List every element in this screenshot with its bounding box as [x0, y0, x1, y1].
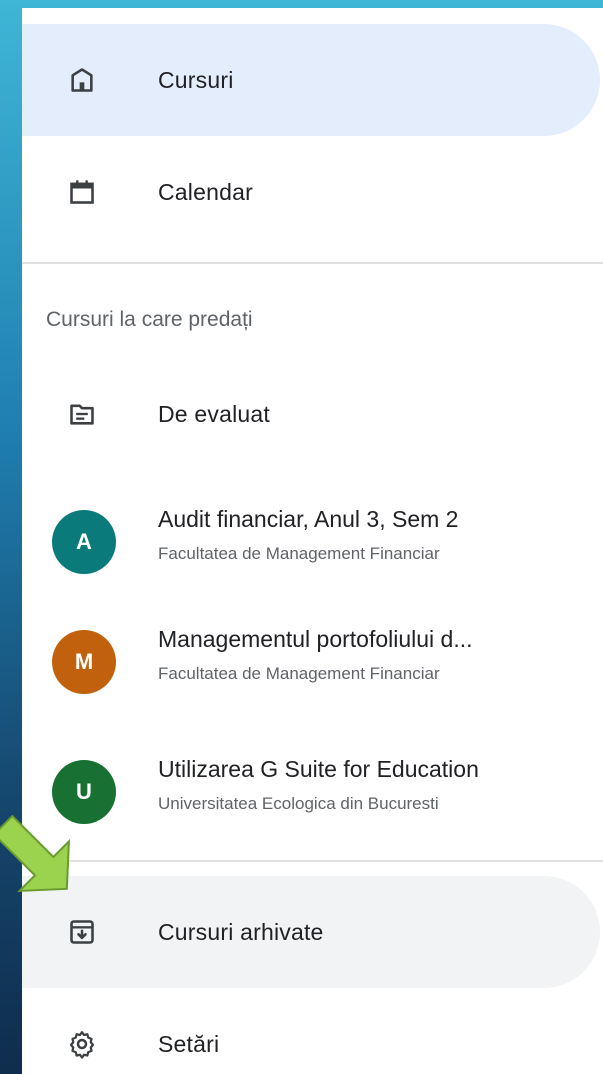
section-title-teaching: Cursuri la care predați	[46, 308, 253, 331]
folder-icon	[62, 394, 102, 434]
course-title: Utilizarea G Suite for Education	[158, 756, 479, 782]
divider	[22, 262, 603, 264]
nav-item-courses[interactable]: Cursuri	[22, 24, 600, 136]
home-icon	[62, 60, 102, 100]
archive-icon	[62, 912, 102, 952]
navigation-drawer: Cursuri Calendar Cursuri la care predați…	[22, 8, 603, 1074]
course-title: Managementul portofoliului d...	[158, 626, 473, 652]
nav-item-to-review-label: De evaluat	[158, 400, 270, 427]
nav-item-calendar-label: Calendar	[158, 178, 253, 205]
divider	[22, 860, 603, 862]
course-item[interactable]: U Utilizarea G Suite for Education Unive…	[22, 736, 600, 848]
nav-item-archived[interactable]: Cursuri arhivate	[22, 876, 600, 988]
course-avatar: M	[52, 630, 116, 694]
calendar-icon	[62, 172, 102, 212]
course-title: Audit financiar, Anul 3, Sem 2	[158, 506, 459, 532]
course-subtitle: Facultatea de Management Financiar	[158, 664, 440, 683]
nav-item-archived-label: Cursuri arhivate	[158, 918, 324, 945]
nav-item-settings-label: Setări	[158, 1030, 220, 1057]
gear-icon	[62, 1024, 102, 1064]
nav-item-settings[interactable]: Setări	[22, 988, 600, 1074]
nav-item-calendar[interactable]: Calendar	[22, 136, 600, 248]
nav-item-courses-label: Cursuri	[158, 66, 234, 93]
course-item[interactable]: M Managementul portofoliului d... Facult…	[22, 606, 600, 718]
nav-item-to-review[interactable]: De evaluat	[22, 358, 600, 470]
arrow-pointer-icon	[0, 814, 71, 893]
course-subtitle: Universitatea Ecologica din Bucuresti	[158, 794, 439, 813]
course-subtitle: Facultatea de Management Financiar	[158, 544, 440, 563]
course-item[interactable]: A Audit financiar, Anul 3, Sem 2 Faculta…	[22, 486, 600, 598]
course-avatar: A	[52, 510, 116, 574]
